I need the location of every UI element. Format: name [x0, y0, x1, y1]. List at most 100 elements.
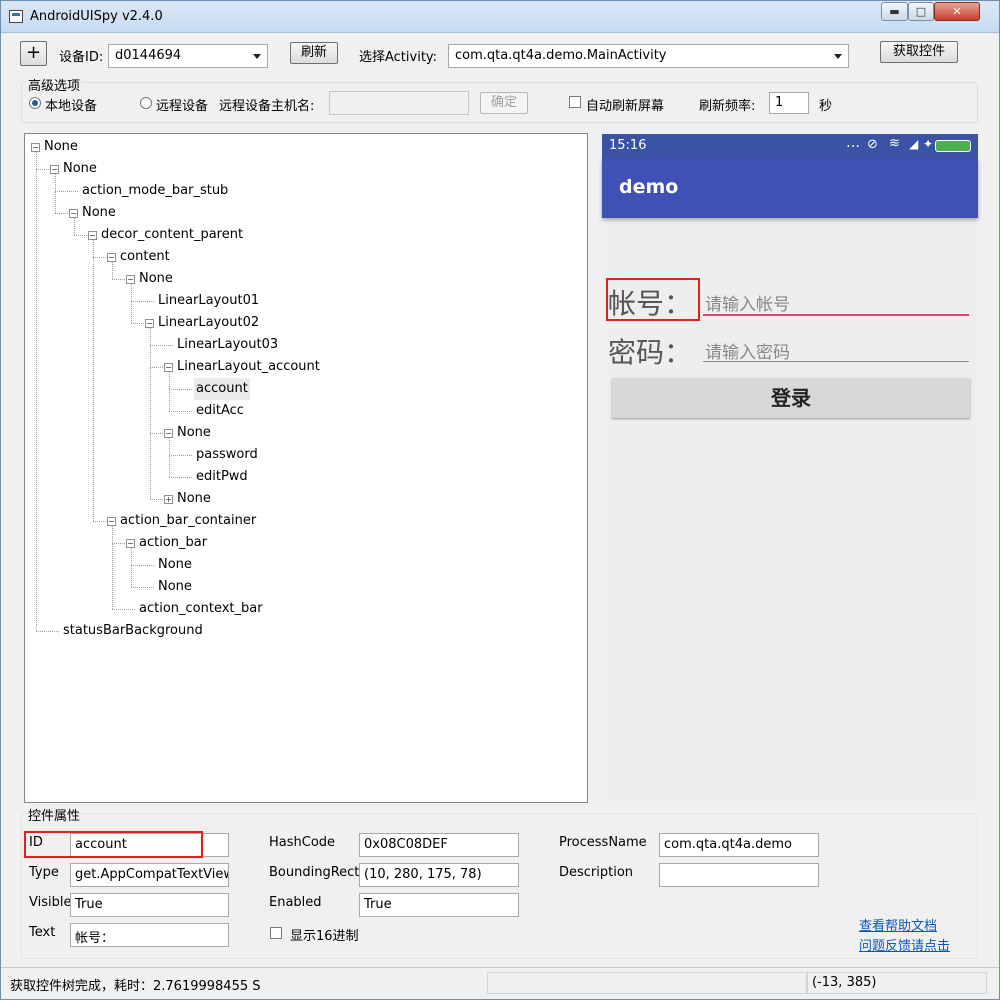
- tree-node[interactable]: None: [158, 554, 192, 576]
- tree-connector: [131, 548, 132, 587]
- tree-node[interactable]: LinearLayout03: [177, 334, 278, 356]
- tree-node[interactable]: action_bar: [139, 532, 207, 554]
- type-field[interactable]: get.AppCompatTextView: [70, 863, 229, 887]
- remote-host-label: 远程设备主机名:: [219, 99, 315, 114]
- device-screen-preview[interactable]: 15:16 … ⊘ ≋ ◢ ✦ demo 帐号： 请输入帐号 密码： 请输入密码…: [602, 134, 978, 802]
- tree-node[interactable]: editPwd: [196, 466, 248, 488]
- text-label: Text: [29, 925, 56, 940]
- tree-node[interactable]: account: [194, 378, 250, 400]
- charging-icon: ✦: [923, 137, 934, 151]
- collapse-icon[interactable]: −: [31, 143, 40, 152]
- account-underline: [703, 314, 969, 316]
- minimize-icon: ▬: [889, 5, 900, 18]
- tree-connector: [74, 218, 75, 235]
- tree-node[interactable]: None: [177, 422, 211, 444]
- refresh-button[interactable]: 刷新: [290, 42, 338, 64]
- phone-app-title: demo: [619, 176, 679, 198]
- help-docs-link[interactable]: 查看帮助文档: [859, 915, 937, 934]
- tree-node[interactable]: None: [82, 202, 116, 224]
- collapse-icon[interactable]: −: [107, 253, 116, 262]
- expand-icon[interactable]: +: [164, 495, 173, 504]
- remote-device-radio[interactable]: [140, 97, 152, 109]
- collapse-icon[interactable]: −: [126, 539, 135, 548]
- status-bar: 获取控件树完成，耗时：2.7619998455 S (-13, 385): [1, 967, 999, 995]
- visible-field[interactable]: True: [70, 893, 229, 917]
- chevron-down-icon: [834, 54, 842, 59]
- feedback-link[interactable]: 问题反馈请点击: [859, 935, 950, 954]
- tree-node[interactable]: editAcc: [196, 400, 244, 422]
- tree-connector: [93, 240, 94, 521]
- tree-node[interactable]: None: [44, 136, 78, 158]
- type-label: Type: [29, 865, 59, 880]
- process-name-field[interactable]: com.qta.qt4a.demo: [659, 833, 819, 857]
- tree-connector: [112, 262, 113, 279]
- collapse-icon[interactable]: −: [145, 319, 154, 328]
- status-message: 获取控件树完成，耗时：2.7619998455 S: [10, 979, 261, 994]
- signal-icon: ◢: [909, 137, 919, 151]
- maximize-icon: □: [915, 5, 927, 18]
- refresh-rate-input[interactable]: 1: [769, 92, 809, 114]
- activity-label: 选择Activity:: [359, 50, 438, 65]
- tree-node[interactable]: password: [196, 444, 258, 466]
- collapse-icon[interactable]: −: [50, 165, 59, 174]
- tree-connector: [169, 455, 192, 456]
- description-field[interactable]: [659, 863, 819, 887]
- add-button[interactable]: +: [20, 41, 47, 66]
- get-controls-button[interactable]: 获取控件: [880, 41, 958, 63]
- tree-connector: [55, 191, 78, 192]
- activity-select[interactable]: com.qta.qt4a.demo.MainActivity: [448, 44, 849, 68]
- collapse-icon[interactable]: −: [107, 517, 116, 526]
- text-field[interactable]: 帐号：: [70, 923, 229, 947]
- tree-node[interactable]: decor_content_parent: [101, 224, 243, 246]
- password-label[interactable]: 密码：: [608, 331, 692, 371]
- bounding-rect-field[interactable]: (10, 280, 175, 78): [359, 863, 519, 887]
- tree-node[interactable]: LinearLayout02: [158, 312, 259, 334]
- tree-node[interactable]: statusBarBackground: [63, 620, 203, 642]
- collapse-icon[interactable]: −: [126, 275, 135, 284]
- battery-icon: [935, 140, 971, 152]
- password-input[interactable]: 请输入密码: [705, 338, 790, 363]
- status-coords: (-13, 385): [807, 972, 987, 994]
- refresh-rate-label: 刷新频率:: [699, 99, 756, 114]
- local-device-radio[interactable]: [29, 97, 41, 109]
- hex-label: 显示16进制: [290, 929, 359, 944]
- collapse-icon[interactable]: −: [164, 363, 173, 372]
- tree-connector: [112, 526, 113, 609]
- tree-node[interactable]: None: [158, 576, 192, 598]
- remote-host-input[interactable]: [329, 91, 469, 115]
- close-icon: ✕: [952, 5, 962, 18]
- hex-checkbox[interactable]: [270, 927, 282, 939]
- collapse-icon[interactable]: −: [69, 209, 78, 218]
- tree-node[interactable]: None: [177, 488, 211, 510]
- login-button[interactable]: 登录: [612, 378, 970, 418]
- confirm-button[interactable]: 确定: [480, 92, 528, 114]
- hashcode-label: HashCode: [269, 835, 336, 850]
- tree-node[interactable]: LinearLayout01: [158, 290, 259, 312]
- maximize-button[interactable]: □: [908, 2, 934, 21]
- minimize-button[interactable]: ▬: [881, 2, 908, 21]
- enabled-field[interactable]: True: [359, 893, 519, 917]
- tree-node[interactable]: action_bar_container: [120, 510, 256, 532]
- status-spacer: [487, 972, 807, 994]
- tree-node[interactable]: action_mode_bar_stub: [82, 180, 228, 202]
- tree-node[interactable]: LinearLayout_account: [177, 356, 320, 378]
- account-input[interactable]: 请输入帐号: [705, 290, 790, 315]
- tree-node[interactable]: content: [120, 246, 170, 268]
- tree-node[interactable]: action_context_bar: [139, 598, 263, 620]
- tree-connector: [131, 284, 132, 323]
- auto-refresh-label: 自动刷新屏幕: [586, 99, 665, 114]
- device-id-select[interactable]: d0144694: [108, 44, 268, 68]
- control-tree[interactable]: − None − None action_mode_bar_stub − None − deco…: [24, 133, 588, 803]
- title-bar[interactable]: AndroidUISpy v2.4.0 ▬ □ ✕: [1, 1, 999, 33]
- close-button[interactable]: ✕: [934, 2, 980, 21]
- phone-time: 15:16: [609, 138, 647, 153]
- enabled-label: Enabled: [269, 895, 322, 910]
- tree-node[interactable]: None: [139, 268, 173, 290]
- hashcode-field[interactable]: 0x08C08DEF: [359, 833, 519, 857]
- collapse-icon[interactable]: −: [164, 429, 173, 438]
- tree-node[interactable]: None: [63, 158, 97, 180]
- collapse-icon[interactable]: −: [88, 231, 97, 240]
- auto-refresh-checkbox[interactable]: [569, 96, 581, 108]
- phone-status-bar: 15:16 … ⊘ ≋ ◢ ✦: [602, 134, 978, 158]
- tree-connector: [36, 152, 37, 631]
